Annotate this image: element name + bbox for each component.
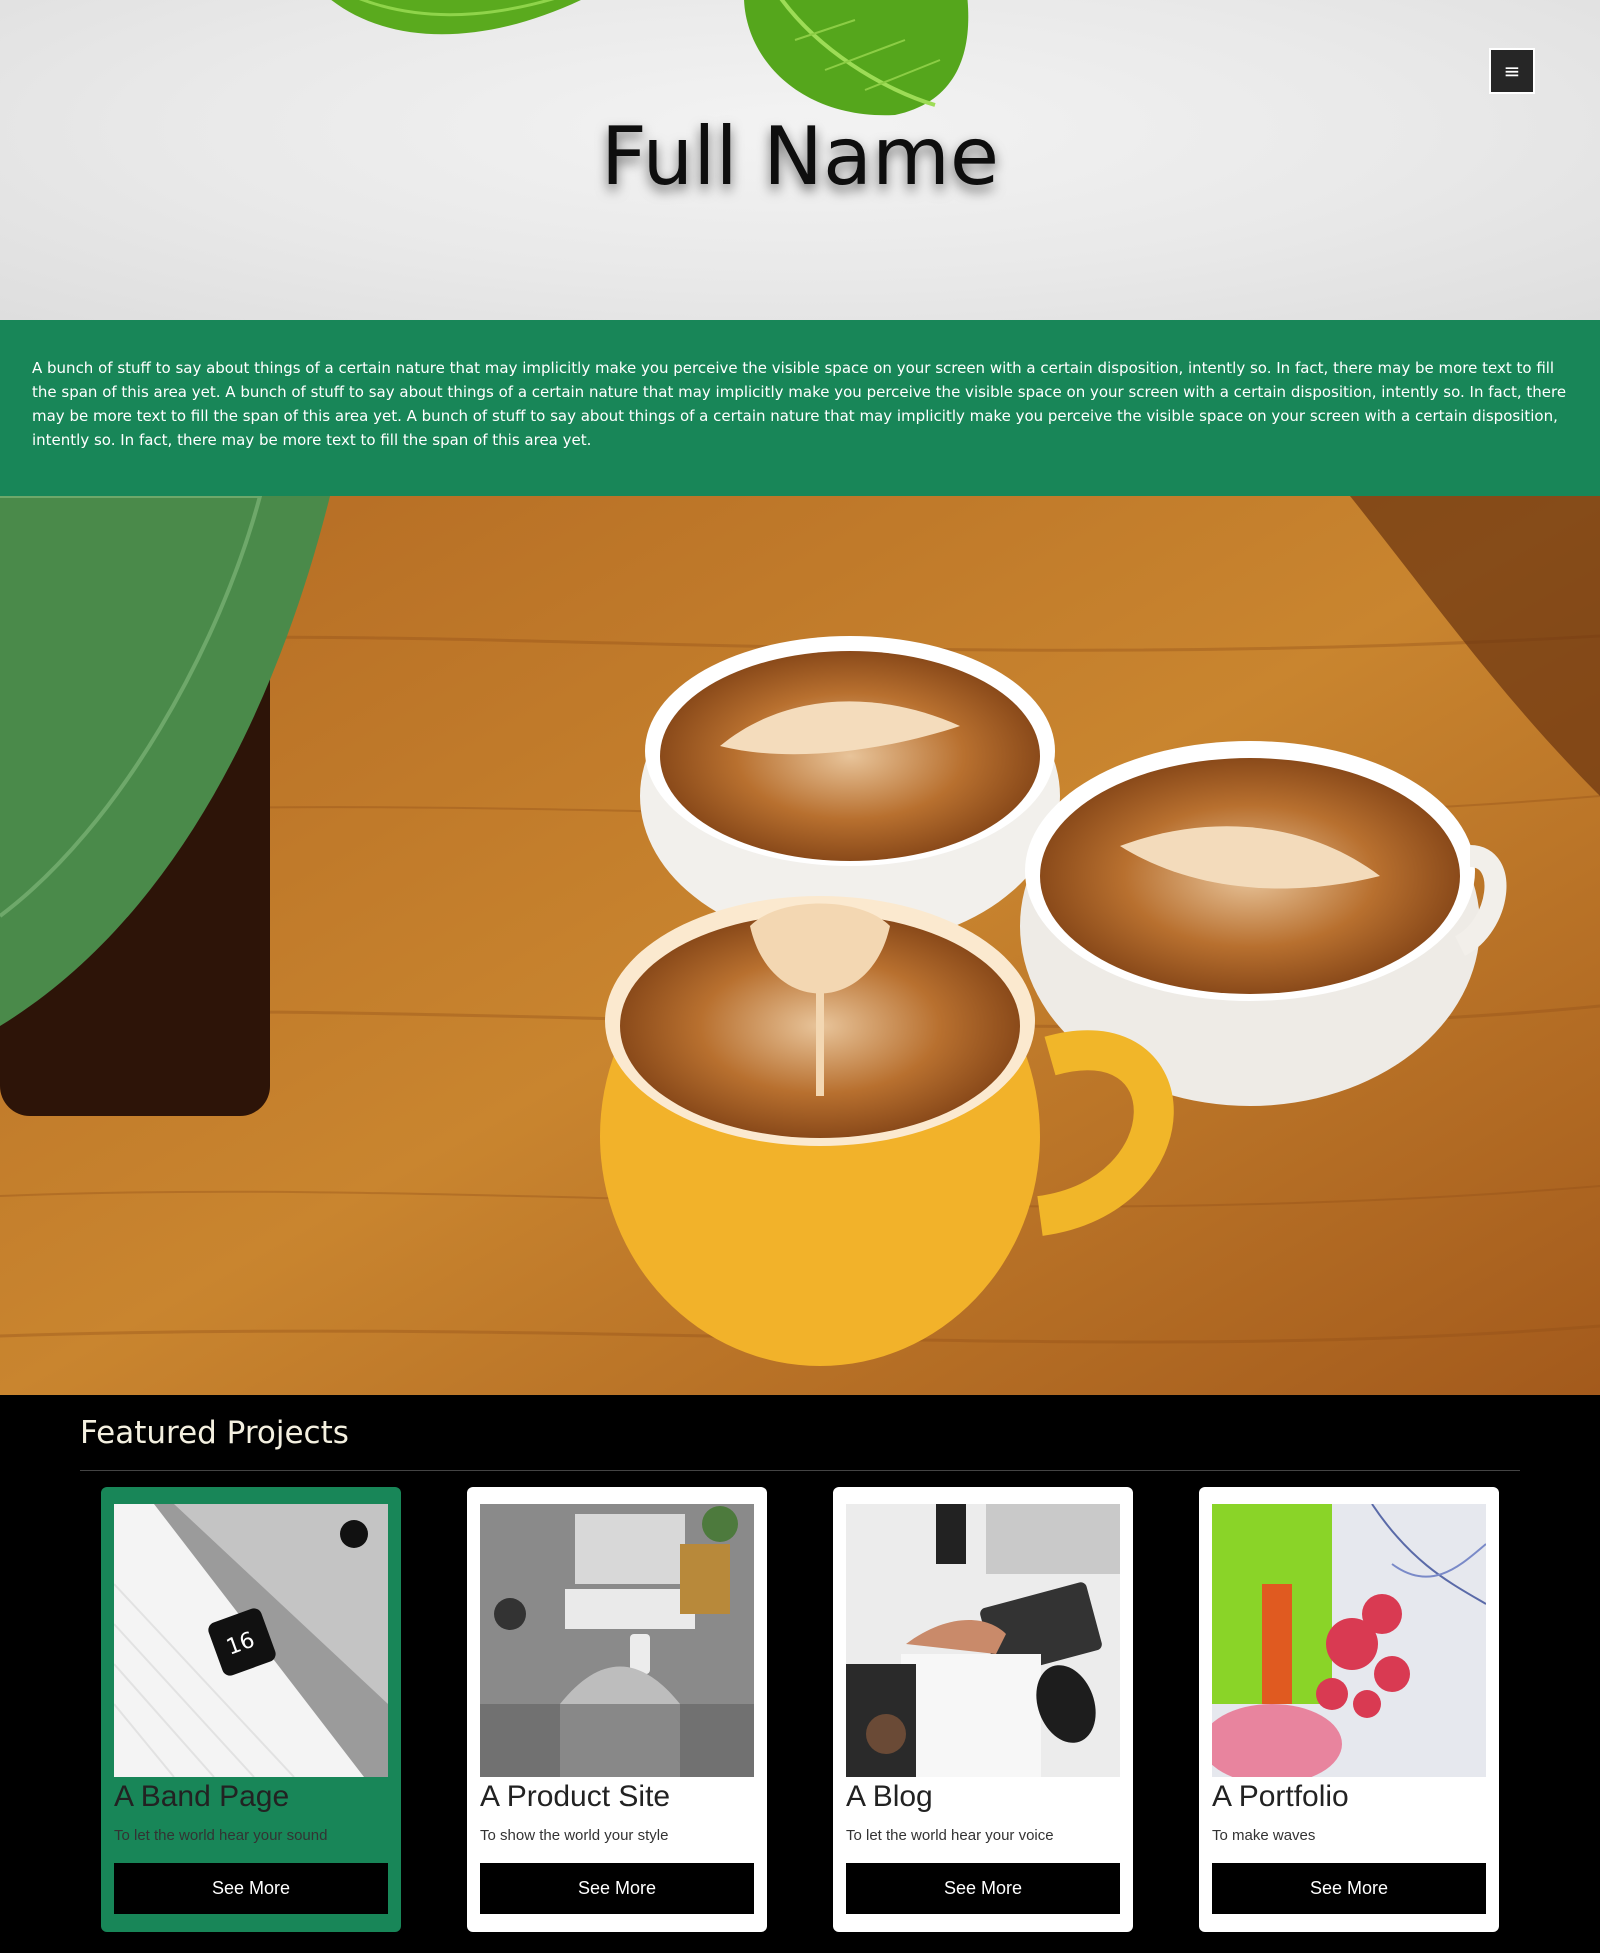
see-more-button[interactable]: See More — [1212, 1863, 1486, 1914]
desk-thumbnail-image — [846, 1504, 1120, 1777]
featured-projects-section: Featured Projects 16 A Band Page To let … — [0, 1395, 1600, 1953]
coffee-cups-photo — [0, 496, 1600, 1395]
project-subtitle: To let the world hear your voice — [846, 1827, 1054, 1844]
laptop-thumbnail-image: 16 — [114, 1504, 388, 1777]
divider — [80, 1470, 1520, 1471]
see-more-button[interactable]: See More — [846, 1863, 1120, 1914]
project-card-band-page[interactable]: 16 A Band Page To let the world hear you… — [101, 1487, 401, 1932]
mint-leaf-left — [331, 0, 581, 35]
project-subtitle: To let the world hear your sound — [114, 1827, 328, 1844]
intro-text: A bunch of stuff to say about things of … — [32, 359, 1567, 449]
project-title: A Product Site — [480, 1780, 671, 1813]
project-subtitle: To show the world your style — [480, 1827, 669, 1844]
workspace-thumbnail-image — [480, 1504, 754, 1777]
project-title: A Band Page — [114, 1780, 290, 1813]
hero-header: ≡ Full Name — [0, 0, 1600, 320]
project-card-portfolio[interactable]: A Portfolio To make waves See More — [1199, 1487, 1499, 1932]
project-subtitle: To make waves — [1212, 1827, 1316, 1844]
project-title: A Blog — [846, 1780, 933, 1813]
see-more-button[interactable]: See More — [480, 1863, 754, 1914]
featured-projects-heading: Featured Projects — [80, 1415, 349, 1451]
project-card-blog[interactable]: A Blog To let the world hear your voice … — [833, 1487, 1133, 1932]
see-more-button[interactable]: See More — [114, 1863, 388, 1914]
coral-art-thumbnail-image — [1212, 1504, 1486, 1777]
project-title: A Portfolio — [1212, 1780, 1349, 1813]
project-card-product-site[interactable]: A Product Site To show the world your st… — [467, 1487, 767, 1932]
hamburger-menu-icon: ≡ — [1503, 59, 1521, 83]
intro-section: A bunch of stuff to say about things of … — [0, 320, 1600, 496]
page-title: Full Name — [600, 110, 1000, 203]
hamburger-menu-button[interactable]: ≡ — [1489, 48, 1535, 94]
